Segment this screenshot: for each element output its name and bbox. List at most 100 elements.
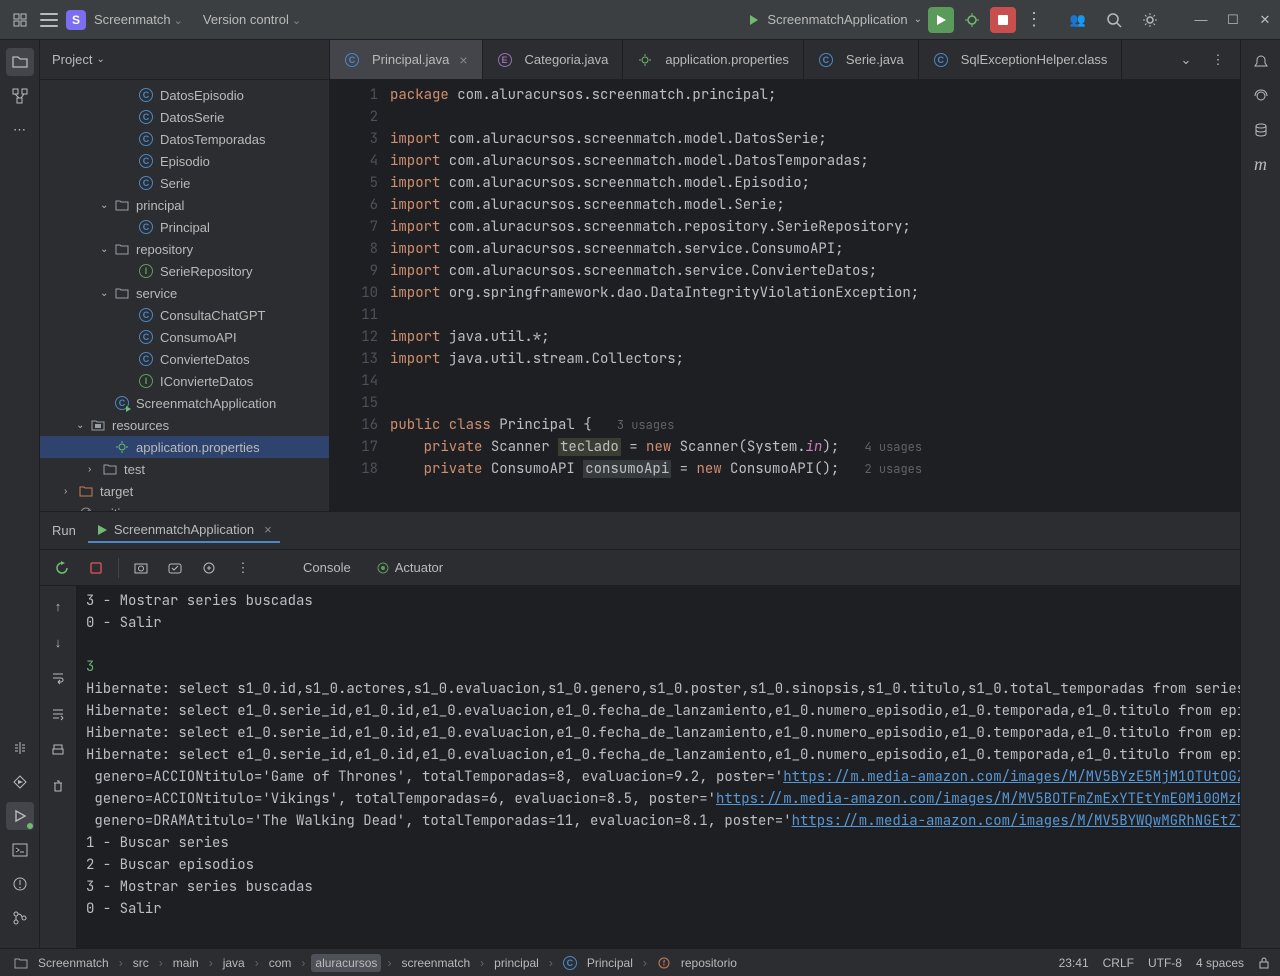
- tree-item[interactable]: CSerie: [40, 172, 329, 194]
- terminal-tool-icon[interactable]: [6, 836, 34, 864]
- tree-item[interactable]: CConsultaChatGPT: [40, 304, 329, 326]
- breadcrumb-item[interactable]: com: [265, 954, 296, 972]
- close-icon[interactable]: ✕: [1258, 13, 1272, 27]
- main-menu-icon[interactable]: [8, 8, 32, 32]
- tree-item[interactable]: ⌄repository: [40, 238, 329, 260]
- breadcrumb-item[interactable]: frepositorio: [653, 954, 741, 972]
- console-tab[interactable]: Console: [295, 556, 359, 579]
- chevron-down-icon: ⌄: [96, 54, 104, 65]
- tree-item[interactable]: CConvierteDatos: [40, 348, 329, 370]
- breadcrumb-item[interactable]: src: [129, 954, 153, 972]
- search-icon[interactable]: [1102, 8, 1126, 32]
- run-button[interactable]: [928, 7, 954, 33]
- git-tool-icon[interactable]: [6, 904, 34, 932]
- clear-all-icon[interactable]: [44, 772, 72, 800]
- ai-assistant-icon[interactable]: [1247, 82, 1275, 110]
- close-icon[interactable]: ×: [459, 52, 467, 68]
- heap-dump-icon[interactable]: [163, 556, 187, 580]
- breadcrumb[interactable]: Screenmatch›src›main›java›com›aluracurso…: [10, 954, 1059, 972]
- close-icon[interactable]: ×: [264, 522, 272, 537]
- tree-item[interactable]: ⌄principal: [40, 194, 329, 216]
- breadcrumb-item[interactable]: principal: [490, 954, 543, 972]
- run-tool-icon[interactable]: [6, 802, 34, 830]
- editor-tab[interactable]: CPrincipal.java×: [330, 40, 483, 79]
- scroll-down-icon[interactable]: ↓: [44, 628, 72, 656]
- run-tab-label: ScreenmatchApplication: [114, 522, 254, 537]
- tree-item[interactable]: CScreenmatchApplication: [40, 392, 329, 414]
- more-tabs-icon[interactable]: ⋮: [1206, 48, 1230, 72]
- maximize-icon[interactable]: ☐: [1226, 13, 1240, 27]
- more-run-icon[interactable]: ⋮: [1022, 8, 1046, 32]
- more-tools-icon[interactable]: ⋯: [6, 116, 34, 144]
- settings-gear-icon[interactable]: [1138, 8, 1162, 32]
- database-icon[interactable]: [1247, 116, 1275, 144]
- project-tree[interactable]: CDatosEpisodioCDatosSerieCDatosTemporada…: [40, 80, 329, 511]
- minimize-icon[interactable]: —: [1194, 13, 1208, 27]
- tree-item[interactable]: .gitignore: [40, 502, 329, 511]
- tree-item[interactable]: CConsumoAPI: [40, 326, 329, 348]
- scroll-up-icon[interactable]: ↑: [44, 592, 72, 620]
- cursor-position[interactable]: 23:41: [1059, 956, 1089, 970]
- stop-button[interactable]: [990, 7, 1016, 33]
- tree-item[interactable]: ISerieRepository: [40, 260, 329, 282]
- line-separator[interactable]: CRLF: [1103, 956, 1134, 970]
- more-actions-icon[interactable]: ⋮: [231, 556, 255, 580]
- tree-item[interactable]: CPrincipal: [40, 216, 329, 238]
- breadcrumb-item[interactable]: aluracursos: [311, 954, 381, 972]
- run-config-label: ScreenmatchApplication: [767, 12, 907, 27]
- code-editor[interactable]: 123456789101112131415161718 package com.…: [330, 80, 1240, 511]
- scroll-to-end-icon[interactable]: [44, 700, 72, 728]
- readonly-lock-icon[interactable]: [1258, 957, 1270, 969]
- screenshot-icon[interactable]: [129, 556, 153, 580]
- tree-item[interactable]: ›target: [40, 480, 329, 502]
- project-tool-icon[interactable]: [6, 48, 34, 76]
- breadcrumb-item[interactable]: Screenmatch: [10, 954, 113, 972]
- tree-item[interactable]: ⌄service: [40, 282, 329, 304]
- tab-list-icon[interactable]: ⌄: [1174, 48, 1198, 72]
- editor-area: CPrincipal.java×ECategoria.javaapplicati…: [330, 40, 1240, 511]
- hamburger-icon[interactable]: [40, 13, 58, 27]
- tree-item[interactable]: CDatosSerie: [40, 106, 329, 128]
- print-icon[interactable]: [44, 736, 72, 764]
- run-config-tab[interactable]: ScreenmatchApplication ×: [88, 518, 280, 543]
- tree-item[interactable]: ›test: [40, 458, 329, 480]
- console-output[interactable]: 3 - Mostrar series buscadas0 - Salir 3Hi…: [76, 586, 1240, 948]
- editor-tab[interactable]: ECategoria.java: [483, 40, 624, 79]
- breadcrumb-item[interactable]: main: [169, 954, 203, 972]
- soft-wrap-icon[interactable]: [44, 664, 72, 692]
- services-tool-icon[interactable]: [6, 768, 34, 796]
- tree-item[interactable]: ⌄resources: [40, 414, 329, 436]
- code-content[interactable]: package com.aluracursos.screenmatch.prin…: [390, 80, 1240, 511]
- notifications-icon[interactable]: [1247, 48, 1275, 76]
- debug-button[interactable]: [960, 8, 984, 32]
- tree-item[interactable]: CEpisodio: [40, 150, 329, 172]
- version-control-dropdown[interactable]: Version control: [203, 12, 301, 27]
- editor-tab[interactable]: CSerie.java: [804, 40, 919, 79]
- rerun-button[interactable]: [50, 556, 74, 580]
- editor-tab[interactable]: CSqlExceptionHelper.class: [919, 40, 1123, 79]
- actuator-tab[interactable]: Actuator: [369, 556, 451, 579]
- thread-dump-icon[interactable]: [197, 556, 221, 580]
- tree-item[interactable]: CDatosTemporadas: [40, 128, 329, 150]
- statusbar: Screenmatch›src›main›java›com›aluracurso…: [0, 948, 1280, 976]
- maven-icon[interactable]: m: [1247, 150, 1275, 178]
- stop-button-small[interactable]: [84, 556, 108, 580]
- breadcrumb-item[interactable]: java: [219, 954, 249, 972]
- file-encoding[interactable]: UTF-8: [1148, 956, 1182, 970]
- project-panel-header[interactable]: Project ⌄: [40, 40, 329, 80]
- project-name-dropdown[interactable]: Screenmatch: [94, 12, 183, 27]
- run-config-dropdown[interactable]: ScreenmatchApplication ⌄: [747, 12, 922, 27]
- code-with-me-icon[interactable]: 👥: [1066, 8, 1090, 32]
- editor-tab[interactable]: application.properties: [623, 40, 804, 79]
- problems-tool-icon[interactable]: [6, 870, 34, 898]
- tree-item[interactable]: CDatosEpisodio: [40, 84, 329, 106]
- breadcrumb-item[interactable]: CPrincipal: [559, 954, 637, 972]
- indent-config[interactable]: 4 spaces: [1196, 956, 1244, 970]
- breadcrumb-item[interactable]: screenmatch: [397, 954, 474, 972]
- structure-tool-icon[interactable]: [6, 82, 34, 110]
- tree-item[interactable]: application.properties: [40, 436, 329, 458]
- tree-item[interactable]: IIConvierteDatos: [40, 370, 329, 392]
- run-panel: Run ScreenmatchApplication × ⋮ Console: [40, 511, 1240, 948]
- right-tool-rail: m: [1240, 40, 1280, 948]
- bookmarks-tool-icon[interactable]: [6, 734, 34, 762]
